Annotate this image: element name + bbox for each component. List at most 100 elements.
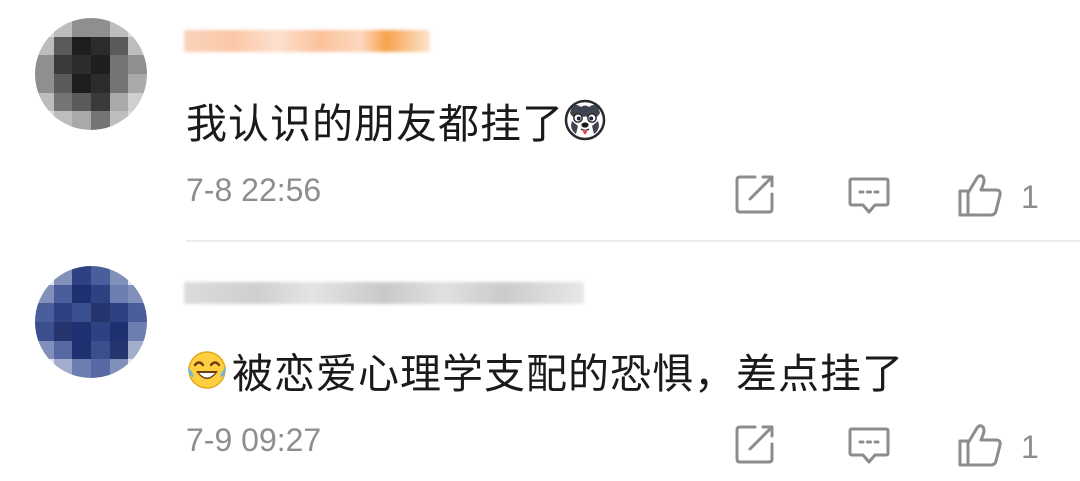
avatar-pixel xyxy=(128,111,147,130)
comment-text: 被恋爱心理学支配的恐惧，差点挂了 xyxy=(232,350,904,398)
avatar-pixel xyxy=(72,73,91,93)
username-blurred[interactable] xyxy=(184,30,430,52)
avatar-pixel xyxy=(90,321,110,341)
avatar-pixel xyxy=(128,284,147,304)
comment-bubble-icon xyxy=(847,172,891,220)
avatar-pixel xyxy=(35,92,54,112)
username-blurred[interactable] xyxy=(184,282,584,304)
avatar-pixel xyxy=(53,55,73,74)
avatar-pixel xyxy=(109,55,129,74)
avatar-pixel xyxy=(128,266,147,285)
avatar-pixel xyxy=(35,359,54,378)
avatar-pixel xyxy=(128,359,147,378)
avatar-pixel xyxy=(128,73,147,93)
husky-dog-emoji xyxy=(564,99,606,141)
like-button[interactable]: 1 xyxy=(957,422,1039,472)
avatar-pixel xyxy=(72,284,91,304)
comment-text: 我认识的朋友都挂了 xyxy=(186,100,564,148)
avatar-pixel xyxy=(35,321,54,341)
avatar-pixel xyxy=(72,359,91,378)
avatar-pixel xyxy=(35,36,54,56)
avatar-pixel xyxy=(128,36,147,56)
avatar-pixel xyxy=(128,55,147,74)
avatar-pixel xyxy=(109,359,129,378)
avatar-pixel xyxy=(53,284,73,304)
avatar-pixel xyxy=(35,303,54,322)
thumbs-up-icon xyxy=(957,422,1003,472)
avatar-pixel xyxy=(35,55,54,74)
avatar-pixel xyxy=(35,266,54,285)
avatar-pixel xyxy=(109,92,129,112)
avatar-pixel xyxy=(35,284,54,304)
avatar-pixel xyxy=(53,73,73,93)
avatar-pixel xyxy=(35,111,54,130)
laughing-tears-emoji xyxy=(186,349,228,391)
comment-time: 7-9 09:27 xyxy=(186,422,322,458)
avatar-pixel xyxy=(109,36,129,56)
avatar-pixel xyxy=(72,321,91,341)
avatar-pixel xyxy=(128,303,147,322)
avatar-pixel xyxy=(109,303,129,322)
avatar-pixel xyxy=(90,73,110,93)
avatar-pixel xyxy=(90,359,110,378)
comment-text-row: 我认识的朋友都挂了 xyxy=(186,90,606,150)
avatar-pixel xyxy=(109,266,129,285)
avatar-pixel xyxy=(53,303,73,322)
avatar-pixel xyxy=(53,340,73,360)
like-count: 1 xyxy=(1021,178,1039,215)
avatar-pixel xyxy=(109,340,129,360)
avatar-pixel xyxy=(72,92,91,112)
avatar-pixel xyxy=(53,111,73,130)
comment-item: 被恋爱心理学支配的恐惧，差点挂了 7-9 09:27 1 xyxy=(0,242,1080,481)
reply-button[interactable] xyxy=(847,172,891,220)
share-button[interactable] xyxy=(733,172,777,220)
avatar-pixel xyxy=(72,340,91,360)
comment-bubble-icon xyxy=(847,422,891,470)
avatar-pixel xyxy=(53,36,73,56)
avatar-pixel xyxy=(90,36,110,56)
avatar-pixel xyxy=(72,111,91,130)
like-button[interactable]: 1 xyxy=(957,172,1039,222)
comment-text-row: 被恋爱心理学支配的恐惧，差点挂了 xyxy=(186,340,904,400)
avatar-pixel xyxy=(109,73,129,93)
avatar-pixel xyxy=(35,73,54,93)
avatar-pixel xyxy=(72,18,91,37)
avatar-pixel xyxy=(128,340,147,360)
avatar-pixel xyxy=(90,303,110,322)
comment-time: 7-8 22:56 xyxy=(186,172,322,208)
avatar-pixel xyxy=(53,18,73,37)
avatar-pixel xyxy=(128,321,147,341)
avatar[interactable] xyxy=(35,18,147,130)
avatar-pixel xyxy=(72,266,91,285)
avatar-pixel xyxy=(90,284,110,304)
avatar-pixel xyxy=(109,111,129,130)
avatar-pixel xyxy=(53,266,73,285)
avatar-pixel xyxy=(109,321,129,341)
avatar-pixel xyxy=(35,18,54,37)
comment-item: 我认识的朋友都挂了 7-8 22:56 1 xyxy=(0,0,1080,242)
avatar-pixel xyxy=(72,303,91,322)
avatar-pixel xyxy=(90,111,110,130)
avatar-pixel xyxy=(109,284,129,304)
avatar[interactable] xyxy=(35,266,147,378)
avatar-pixel xyxy=(35,340,54,360)
avatar-pixel xyxy=(109,18,129,37)
avatar-pixel xyxy=(90,55,110,74)
avatar-pixel xyxy=(90,340,110,360)
avatar-pixel xyxy=(128,18,147,37)
avatar-pixel xyxy=(90,18,110,37)
share-button[interactable] xyxy=(733,422,777,470)
avatar-pixel xyxy=(72,36,91,56)
avatar-pixel xyxy=(53,359,73,378)
avatar-pixel xyxy=(53,92,73,112)
reply-button[interactable] xyxy=(847,422,891,470)
like-count: 1 xyxy=(1021,428,1039,465)
avatar-pixel xyxy=(90,266,110,285)
thumbs-up-icon xyxy=(957,172,1003,222)
avatar-pixel xyxy=(128,92,147,112)
avatar-pixel xyxy=(72,55,91,74)
avatar-pixel xyxy=(90,92,110,112)
edit-share-icon xyxy=(733,172,777,220)
edit-share-icon xyxy=(733,422,777,470)
avatar-pixel xyxy=(53,321,73,341)
